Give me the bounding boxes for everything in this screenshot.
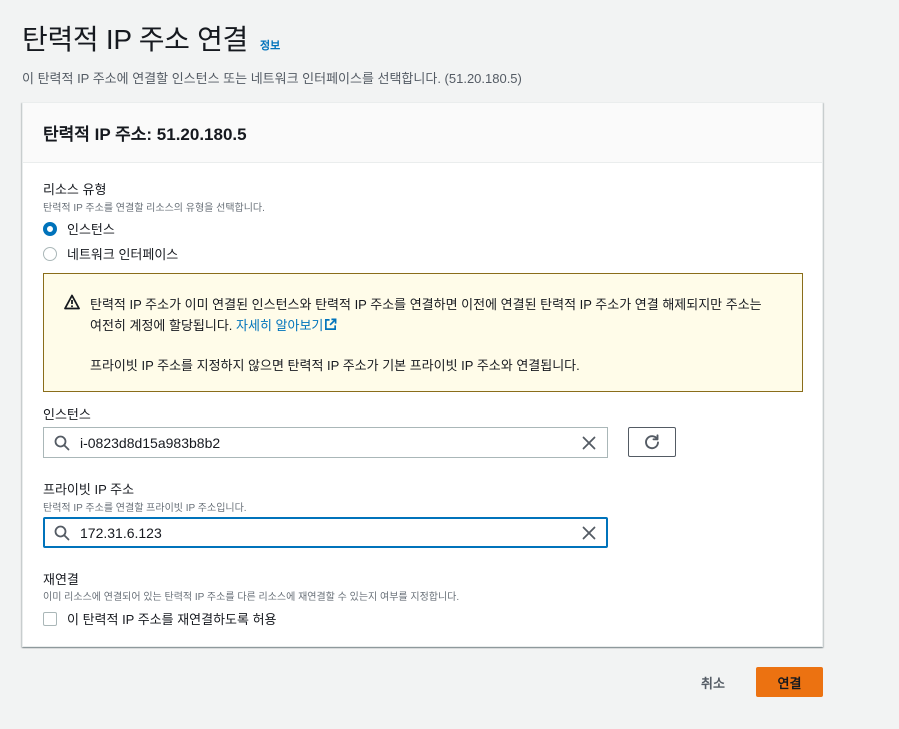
radio-network-interface-label: 네트워크 인터페이스 [67,247,179,262]
reassociation-checkbox-row[interactable]: 이 탄력적 IP 주소를 재연결하도록 허용 [43,609,277,628]
radio-instance-button[interactable] [43,221,57,236]
radio-network-interface-button[interactable] [43,246,57,261]
alert-text-line1: 탄력적 IP 주소가 이미 연결된 인스턴스와 탄력적 IP 주소를 연결하면 … [90,297,762,312]
resource-type-label: 리소스 유형 [43,182,107,197]
radio-instance-label: 인스턴스 [67,222,115,237]
alert-text-line2-row: 여전히 계정에 할당됩니다. 자세히 알아보기 [90,315,778,336]
associate-panel: 탄력적 IP 주소: 51.20.180.5 리소스 유형 탄력적 IP 주소를… [22,102,823,647]
reassociation-checkbox-label: 이 탄력적 IP 주소를 재연결하도록 허용 [67,612,277,627]
private-ip-description: 탄력적 IP 주소를 연결할 프라이빗 IP 주소입니다. [43,503,247,514]
info-link[interactable]: 정보 [260,37,280,53]
alert-text-line3: 프라이빗 IP 주소를 지정하지 않으면 탄력적 IP 주소가 기본 프라이빗 … [90,358,580,373]
clear-icon[interactable] [581,435,597,451]
alert-text-line2: 여전히 계정에 할당됩니다. [90,318,233,333]
refresh-button[interactable] [628,427,676,457]
panel-header: 탄력적 IP 주소: 51.20.180.5 [23,103,822,163]
instance-input[interactable] [80,434,581,451]
cancel-button[interactable]: 취소 [686,668,740,697]
search-icon [54,525,70,540]
associate-button[interactable]: 연결 [756,667,823,697]
instance-search [43,427,608,458]
page-title: 탄력적 IP 주소 연결 [22,24,249,55]
search-icon [54,435,70,450]
reassociation-checkbox[interactable] [43,611,57,626]
radio-instance[interactable]: 인스턴스 [43,219,115,238]
warning-icon [64,294,80,310]
page-header: 탄력적 IP 주소 연결 정보 [22,18,280,58]
page-description: 이 탄력적 IP 주소에 연결할 인스턴스 또는 네트워크 인터페이스를 선택합… [22,71,522,86]
refresh-icon [645,434,659,450]
private-ip-label: 프라이빗 IP 주소 [43,482,135,497]
private-ip-search [43,517,608,548]
reassociation-description: 이미 리소스에 연결되어 있는 탄력적 IP 주소를 다른 리소스에 재연결할 … [43,592,460,603]
private-ip-input[interactable] [80,524,581,541]
warning-alert: 탄력적 IP 주소가 이미 연결된 인스턴스와 탄력적 IP 주소를 연결하면 … [43,273,803,392]
clear-icon[interactable] [581,525,597,541]
instance-label: 인스턴스 [43,407,91,422]
learn-more-link[interactable]: 자세히 알아보기 [236,318,337,333]
resource-type-description: 탄력적 IP 주소를 연결할 리소스의 유형을 선택합니다. [43,203,265,214]
radio-network-interface[interactable]: 네트워크 인터페이스 [43,244,178,263]
reassociation-label: 재연결 [43,572,79,587]
panel-title: 탄력적 IP 주소: 51.20.180.5 [43,125,247,144]
external-link-icon [325,318,337,330]
